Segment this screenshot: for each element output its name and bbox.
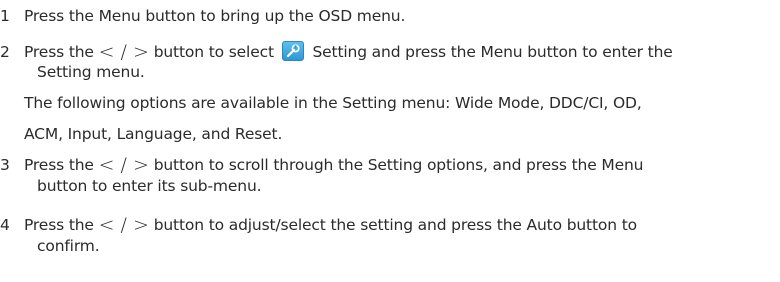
step-number: 1 [0, 7, 10, 25]
step-2: 2 Press the < / > button to select Settin… [0, 41, 673, 62]
step-text-mid: button to select [148, 43, 279, 61]
step-number: 2 [0, 43, 10, 61]
left-right-arrows-icon: < / > [98, 154, 149, 176]
left-right-arrows-icon: < / > [98, 41, 149, 63]
step-1: 1 Press the Menu button to bring up the O… [0, 6, 405, 26]
note-text: ACM, Input, Language, and Reset. [24, 125, 283, 143]
step-4: 4 Press the < / > button to adjust/select… [0, 215, 637, 235]
step-3-continuation: button to enter its sub-menu. [37, 176, 262, 196]
step-text-post: button to scroll through the Setting opt… [148, 156, 644, 174]
step-4-continuation: confirm. [37, 236, 100, 256]
step-number: 3 [0, 156, 10, 174]
left-right-arrows-icon: < / > [98, 214, 149, 236]
step-text-cont: confirm. [37, 237, 100, 255]
options-note-line-2: ACM, Input, Language, and Reset. [24, 124, 282, 144]
step-3: 3 Press the < / > button to scroll throug… [0, 154, 644, 176]
step-number: 4 [0, 216, 10, 234]
note-text: The following options are available in t… [24, 94, 642, 112]
step-2-continuation: Setting menu. [37, 62, 145, 82]
step-text-pre: Press the [24, 216, 99, 234]
step-text-cont: Setting menu. [37, 63, 145, 81]
step-text-cont: button to enter its sub-menu. [37, 177, 262, 195]
step-text: Press the Menu button to bring up the OS… [24, 7, 406, 25]
setting-wrench-gear-icon [281, 41, 304, 61]
step-text-pre: Press the [24, 43, 99, 61]
step-text-pre: Press the [24, 156, 99, 174]
options-note-line-1: The following options are available in t… [24, 93, 642, 113]
step-text-post: Setting and press the Menu button to ent… [307, 43, 673, 61]
step-text-post: button to adjust/select the setting and … [148, 216, 637, 234]
